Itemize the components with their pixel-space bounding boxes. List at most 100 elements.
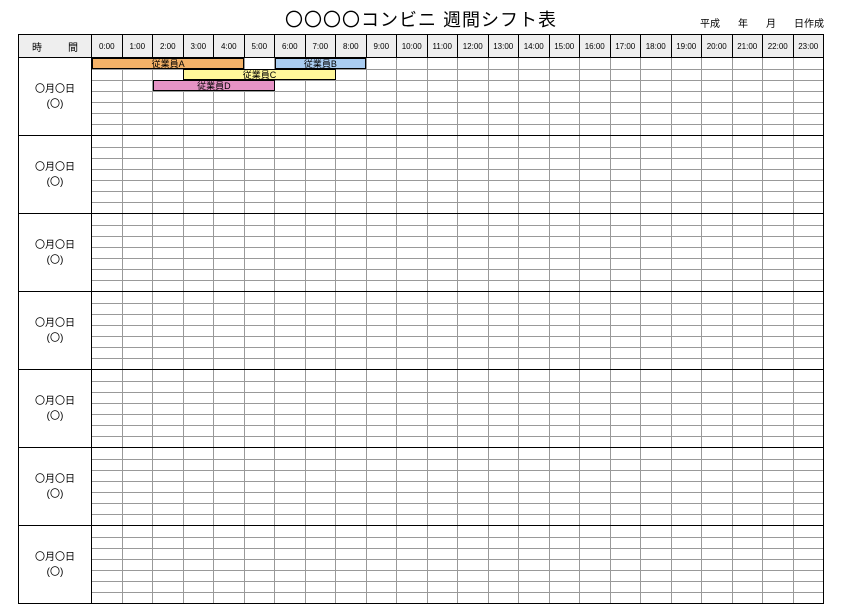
grid-cell [275, 192, 306, 202]
grid-cell [92, 504, 123, 514]
grid-cell [367, 81, 398, 91]
grid-cell [794, 125, 824, 135]
shift-table: 時 間 0:001:002:003:004:005:006:007:008:00… [18, 34, 824, 604]
day-date: 〇月〇日 [35, 472, 75, 487]
grid-cell [184, 415, 215, 425]
grid-cell [428, 248, 459, 258]
grid-cell [245, 538, 276, 548]
grid-cell [702, 348, 733, 358]
grid-cell [672, 226, 703, 236]
grid-cell [458, 270, 489, 280]
grid-cell [519, 504, 550, 514]
grid-cell [458, 571, 489, 581]
grid-cell [397, 70, 428, 80]
grid-cell [489, 270, 520, 280]
grid-cell [153, 448, 184, 459]
grid-cell [123, 92, 154, 102]
grid-cell [519, 526, 550, 537]
grid-cell [763, 359, 794, 369]
grid-cell [458, 192, 489, 202]
grid-cell [672, 304, 703, 314]
grid-row [92, 492, 823, 503]
grid-cell [275, 281, 306, 291]
grid-cell [214, 582, 245, 592]
grid-cell [306, 448, 337, 459]
grid-cell [641, 560, 672, 570]
grid-cell [123, 560, 154, 570]
day-date: 〇月〇日 [35, 160, 75, 175]
grid-cell [519, 148, 550, 158]
grid-cell [733, 103, 764, 113]
grid-cell [672, 81, 703, 91]
grid-cell [184, 125, 215, 135]
grid-cell [733, 226, 764, 236]
shift-bar[interactable]: 従業員D [153, 80, 275, 91]
grid-cell [550, 504, 581, 514]
grid-cell [428, 148, 459, 158]
shift-bar[interactable]: 従業員B [275, 58, 366, 69]
grid-cell [367, 326, 398, 336]
grid-cell [763, 337, 794, 347]
grid-cell [153, 348, 184, 358]
grid-cell [458, 181, 489, 191]
grid-cell [611, 448, 642, 459]
grid-cell [672, 192, 703, 202]
grid-cell [336, 426, 367, 436]
grid-cell [245, 448, 276, 459]
grid-cell [336, 292, 367, 303]
grid-cell [458, 493, 489, 503]
grid-cell [336, 504, 367, 514]
grid-cell [92, 92, 123, 102]
grid-cell [428, 538, 459, 548]
grid-cell [580, 393, 611, 403]
grid-cell [214, 292, 245, 303]
grid-cell [367, 426, 398, 436]
grid-cell [641, 192, 672, 202]
grid-cell [489, 482, 520, 492]
shift-bar[interactable]: 従業員A [92, 58, 244, 69]
grid-cell [641, 281, 672, 291]
grid-cell [489, 460, 520, 470]
hour-header-cell: 3:00 [184, 35, 215, 57]
grid-cell [214, 415, 245, 425]
grid-cell [489, 214, 520, 225]
grid-cell [367, 170, 398, 180]
grid-cell [489, 92, 520, 102]
grid-row [92, 214, 823, 225]
grid-cell [702, 148, 733, 158]
grid-cell [763, 315, 794, 325]
grid-cell [550, 281, 581, 291]
grid-cell [336, 460, 367, 470]
grid-cell [580, 170, 611, 180]
grid-cell [641, 292, 672, 303]
grid-cell [428, 404, 459, 414]
grid-cell [733, 70, 764, 80]
grid-cell [733, 114, 764, 124]
grid-cell [153, 304, 184, 314]
grid-cell [458, 170, 489, 180]
grid-cell [306, 482, 337, 492]
hour-header-cell: 2:00 [153, 35, 184, 57]
grid-cell [306, 471, 337, 481]
grid-cell [214, 337, 245, 347]
grid-cell [428, 493, 459, 503]
grid-cell [184, 304, 215, 314]
grid-cell [397, 504, 428, 514]
grid-cell [580, 181, 611, 191]
grid-cell [672, 370, 703, 381]
grid-cell [550, 92, 581, 102]
grid-row [92, 548, 823, 559]
grid-cell [672, 315, 703, 325]
grid-cell [641, 549, 672, 559]
grid-cell [428, 582, 459, 592]
grid-cell [580, 359, 611, 369]
grid-cell [763, 549, 794, 559]
grid-cell [123, 582, 154, 592]
grid-cell [397, 281, 428, 291]
grid-cell [702, 482, 733, 492]
grid-cell [641, 337, 672, 347]
grid-cell [184, 248, 215, 258]
grid-cell [245, 237, 276, 247]
grid-cell [153, 326, 184, 336]
grid-cell [123, 370, 154, 381]
